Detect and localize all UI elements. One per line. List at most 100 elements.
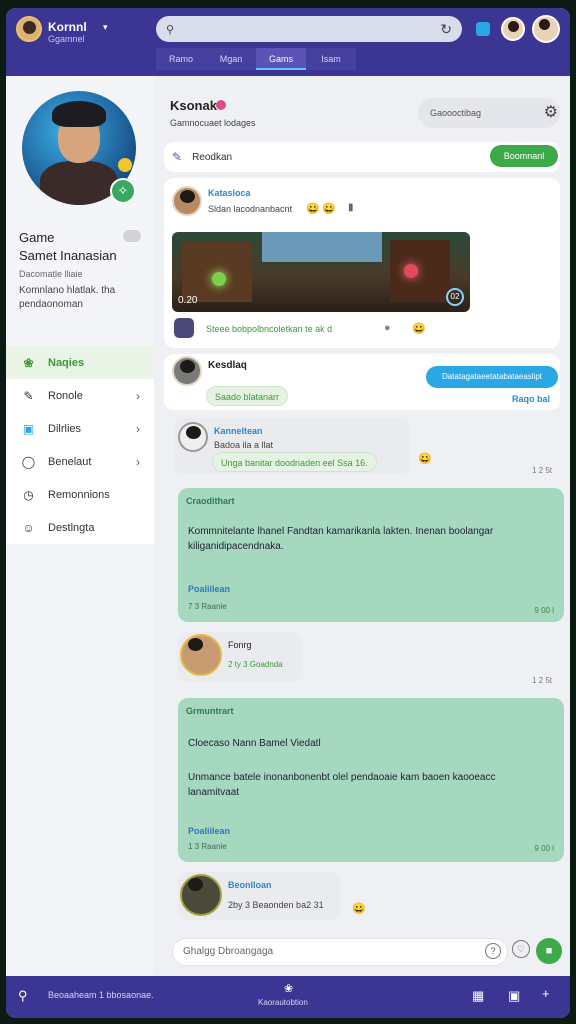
post-author[interactable]: Katasloca [208, 188, 251, 198]
compass-icon[interactable]: ✧ [110, 178, 136, 204]
share-icon[interactable]: ● [384, 322, 391, 334]
card-body: Unmance batele inonanbonenbt olel pendao… [188, 772, 496, 798]
bottom-status: Beoaaheam 1 bbosaonae. [48, 990, 154, 1000]
message-author[interactable]: Fonrg [228, 640, 252, 650]
friend-avatar[interactable] [501, 17, 525, 41]
notification-icon[interactable] [476, 22, 490, 36]
post-button[interactable]: Boomnanl [490, 145, 558, 167]
plus-icon[interactable]: + [542, 986, 550, 1001]
message-subtitle: Badoa ila a llat [214, 440, 274, 450]
message-subtitle: 2by 3 Beaonden ba2 31 [228, 900, 324, 910]
search-input[interactable] [180, 23, 435, 35]
game-video[interactable]: 0.20 02 [172, 232, 470, 312]
profile-title: Game [19, 230, 55, 245]
post-text: Sldan lacodnanbacnt [208, 204, 293, 214]
avatar-hair [52, 101, 106, 127]
inbox-icon[interactable]: ▣ [508, 988, 520, 1004]
card-footer-link[interactable]: Poaliilean [188, 826, 230, 836]
card-footer-link[interactable]: Poaliilean [188, 584, 230, 594]
message-card: Beonlloan 2by 3 Beaonden ba2 31 [178, 872, 340, 920]
card-meta: 1 3 Raanie [188, 842, 227, 851]
chevron-right-icon: › [136, 454, 140, 469]
card-heading: Cloecaso Nann Bamel Viedatl [188, 738, 321, 749]
card-time: 9 00 l [534, 844, 554, 853]
sidebar-item-ronole[interactable]: ✎ Ronole › [6, 379, 154, 412]
video-control[interactable]: 02 [446, 288, 464, 306]
search-bar: ⚲ ↻ [156, 16, 462, 42]
sidebar: ✧ Game Samet Inanasian Dacomatle lliaie … [6, 76, 154, 976]
search-icon[interactable]: ⚲ [18, 988, 28, 1004]
help-icon[interactable]: ? [485, 943, 501, 959]
tab-home[interactable]: Ramo [156, 48, 206, 70]
sidebar-item-naqies[interactable]: ❀ Naqies [6, 346, 154, 379]
tab-games[interactable]: Gams [256, 48, 306, 70]
message-input[interactable]: Ghalgg Dbroangaga ? [172, 938, 508, 966]
status-dot [118, 158, 132, 172]
filter-label: Gaoooctibag [430, 108, 482, 118]
emoji-icon[interactable]: 😀 [418, 452, 432, 465]
game-thumbnail[interactable] [174, 318, 194, 338]
bottom-bar: ⚲ Beoaaheam 1 bbosaonae. ❀ Kaorautobtion… [6, 976, 570, 1018]
highlight-card: Craodithart Kommnitelante lhanel Fandtan… [178, 488, 564, 622]
timestamp: 1 2 5t [532, 466, 553, 475]
avatar[interactable] [172, 356, 202, 386]
profile-meta: Dacomatle lliaie [19, 269, 83, 279]
tab-friends[interactable]: Isam [306, 48, 356, 70]
avatar[interactable] [180, 634, 222, 676]
avatar[interactable] [178, 422, 208, 452]
chat-icon: ◯ [21, 454, 36, 469]
heart-icon[interactable]: ♡ [512, 940, 530, 958]
refresh-icon[interactable]: ↻ [440, 21, 452, 38]
gear-icon[interactable]: ⚙ [544, 101, 558, 125]
emoji-icon: 😀 [322, 203, 336, 215]
profile-avatar[interactable] [532, 15, 560, 43]
user-subtitle: Ggamnel [48, 34, 85, 44]
top-bar: Kornnl Ggamnel ▾ ⚲ ↻ Ramo Mgan Gams Isam [6, 8, 570, 76]
visibility-toggle[interactable] [123, 230, 141, 242]
send-button[interactable]: ■ [536, 938, 562, 964]
chevron-down-icon[interactable]: ▾ [103, 22, 108, 33]
sidebar-item-remonnions[interactable]: ◷ Remonnions [6, 478, 154, 511]
message-body: Unga banitar doodnaden eel Ssa 16. [212, 452, 377, 472]
emoji-icon: 😀 [306, 203, 320, 215]
gamepad-icon[interactable]: ▦ [472, 988, 484, 1004]
sidebar-item-label: Ronole [48, 389, 83, 402]
emoji-icon[interactable]: 😀 [412, 322, 426, 335]
filter-pill[interactable]: Gaoooctibag ⚙ [418, 98, 560, 128]
tab-messages[interactable]: Mgan [206, 48, 256, 70]
video-sky [262, 232, 382, 262]
sidebar-item-benelaut[interactable]: ◯ Benelaut › [6, 445, 154, 478]
post-footer: Steee bobpolbncoletkan te ak d [206, 324, 333, 334]
reply-link[interactable]: Raqo bal [512, 394, 550, 404]
pen-icon: ✎ [172, 150, 183, 164]
chevron-right-icon: › [136, 421, 140, 436]
message-author[interactable]: Kanneltean [214, 426, 263, 436]
post-card: Kesdlaq Saado blatanarr Datatagataeetata… [164, 354, 560, 410]
sidebar-item-destlngta[interactable]: ☺ Destlngta [6, 511, 154, 544]
avatar[interactable] [172, 186, 202, 216]
sidebar-item-label: Benelaut [48, 455, 92, 468]
status-badge [216, 100, 226, 110]
bookmark-icon[interactable]: ▮ [348, 202, 354, 213]
sidebar-item-label: Remonnions [48, 488, 110, 501]
sidebar-item-dilrlies[interactable]: ▣ Dilrlies › [6, 412, 154, 445]
message-author[interactable]: Beonlloan [228, 880, 272, 890]
leaf-icon[interactable]: ❀ [284, 982, 293, 995]
timestamp: 1 2 5t [532, 676, 553, 685]
library-icon: ▣ [22, 421, 35, 436]
profile-description: Komnlano hlatlak. tha pendaonoman [19, 285, 116, 310]
sidebar-item-label: Destlngta [48, 521, 95, 534]
user-name: Kornnl [48, 20, 87, 34]
post-author[interactable]: Kesdlaq [208, 360, 247, 371]
card-time: 9 00 l [534, 606, 554, 615]
compose-bar[interactable]: ✎ Reodkan Boomnanl [164, 142, 560, 172]
avatar[interactable] [180, 874, 222, 916]
video-light [404, 264, 418, 278]
channel-name: Ksonak [170, 98, 217, 113]
tag-pill[interactable]: Saado blatanarr [206, 386, 289, 406]
tab-bar: Ramo Mgan Gams Isam [156, 48, 356, 70]
sidebar-nav: ❀ Naqies ✎ Ronole › ▣ Dilrlies › ◯ Benel… [6, 346, 154, 544]
emoji-icon[interactable]: 😀 [352, 902, 366, 915]
user-avatar[interactable] [16, 16, 42, 42]
avatar-body [40, 161, 118, 205]
